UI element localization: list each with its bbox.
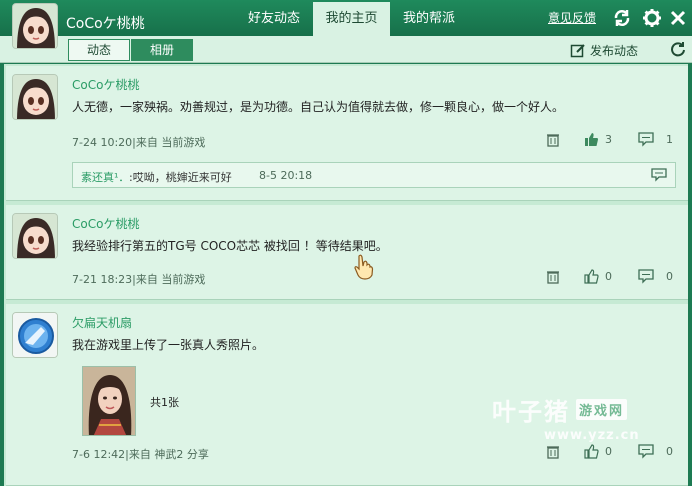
tab-feed[interactable]: 动态 [68,39,130,61]
thumbs-up-icon [584,444,599,459]
post-author[interactable]: CoCoケ桃桃 [72,76,139,93]
post-avatar[interactable] [12,74,58,120]
post-meta: 7-24 10:20|来自 当前游戏 [72,136,206,149]
switch-icon[interactable] [612,8,632,28]
like-count: 0 [605,270,612,283]
reply-text: :哎呦，桃婶近来可好 [129,171,232,184]
sub-nav-bar: 动态 相册 发布动态 [0,36,692,63]
post-text: 我在游戏里上传了一张真人秀照片。 [72,338,265,352]
like-button[interactable]: 0 [584,444,612,459]
tab-friends-feed[interactable]: 好友动态 [238,2,310,36]
edit-icon [570,43,585,57]
like-count: 0 [605,445,612,458]
feedback-link[interactable]: 意见反馈 [548,9,596,26]
post-text: 人无德，一家殃祸。劝善规过，是为功德。自己认为值得就去做，修一颗良心，做一个好人… [72,100,565,114]
reply-comment-icon[interactable] [651,168,667,185]
publish-label: 发布动态 [590,44,639,58]
post-meta: 7-6 12:42|来自 神武2 分享 [72,448,209,461]
delete-button[interactable] [546,444,560,459]
comment-icon [638,132,654,147]
comment-count: 0 [666,270,673,283]
window-header: CoCoケ桃桃 好友动态 我的主页 我的帮派 意见反馈 [0,0,692,49]
tab-album[interactable]: 相册 [131,39,193,61]
trash-icon [547,446,559,459]
feed-post: CoCoケ桃桃 我经验排行第五的TG号 COCO芯芯 被找回 ！等待结果吧。 7… [6,205,688,300]
watermark-badge: 游戏网 [576,399,628,420]
publish-button[interactable]: 发布动态 [570,42,638,59]
refresh-icon[interactable] [670,41,686,57]
comment-icon [638,444,654,459]
comment-count: 0 [666,445,673,458]
post-meta: 7-21 18:23|来自 当前游戏 [72,273,206,286]
comment-button[interactable]: 0 [638,444,673,459]
header-username: CoCoケ桃桃 [66,16,145,32]
tab-my-home[interactable]: 我的主页 [313,2,390,36]
post-author[interactable]: 欠扁天机扇 [72,314,132,331]
reply-time: 8-5 20:18 [259,169,313,182]
thumbs-up-icon [585,133,598,146]
hand-cursor-icon [353,254,375,283]
like-button[interactable]: 3 [584,132,612,147]
post-author[interactable]: CoCoケ桃桃 [72,215,139,232]
trash-icon [547,134,559,147]
watermark-url: www.yzz.cn [544,428,640,443]
like-count: 3 [605,133,612,146]
comment-icon [638,269,654,284]
tab-my-guild[interactable]: 我的帮派 [392,2,466,36]
thumbs-up-icon [584,269,599,284]
post-avatar[interactable] [12,213,58,259]
site-watermark: 叶子猪 游戏网 www.yzz.cn [492,392,639,443]
watermark-logo-text: 叶子猪 [492,398,570,426]
trash-icon [547,271,559,284]
delete-button[interactable] [546,269,560,284]
close-icon[interactable] [668,8,688,28]
photo-count: 共1张 [150,396,179,409]
post-avatar[interactable] [12,312,58,358]
photo-thumbnail[interactable] [82,366,136,436]
like-button[interactable]: 0 [584,269,612,284]
gear-icon[interactable] [642,8,662,28]
comment-count: 1 [666,133,673,146]
post-text: 我经验排行第五的TG号 COCO芯芯 被找回 ！等待结果吧。 [72,239,388,253]
comment-button[interactable]: 1 [638,132,673,147]
user-avatar[interactable] [12,3,58,49]
feed-post: CoCoケ桃桃 人无德，一家殃祸。劝善规过，是为功德。自己认为值得就去做，修一颗… [6,66,688,201]
delete-button[interactable] [546,132,560,147]
reply-item: 素还真¹． :哎呦，桃婶近来可好 8-5 20:18 [72,162,676,188]
comment-button[interactable]: 0 [638,269,673,284]
reply-author[interactable]: 素还真¹． [81,169,129,185]
